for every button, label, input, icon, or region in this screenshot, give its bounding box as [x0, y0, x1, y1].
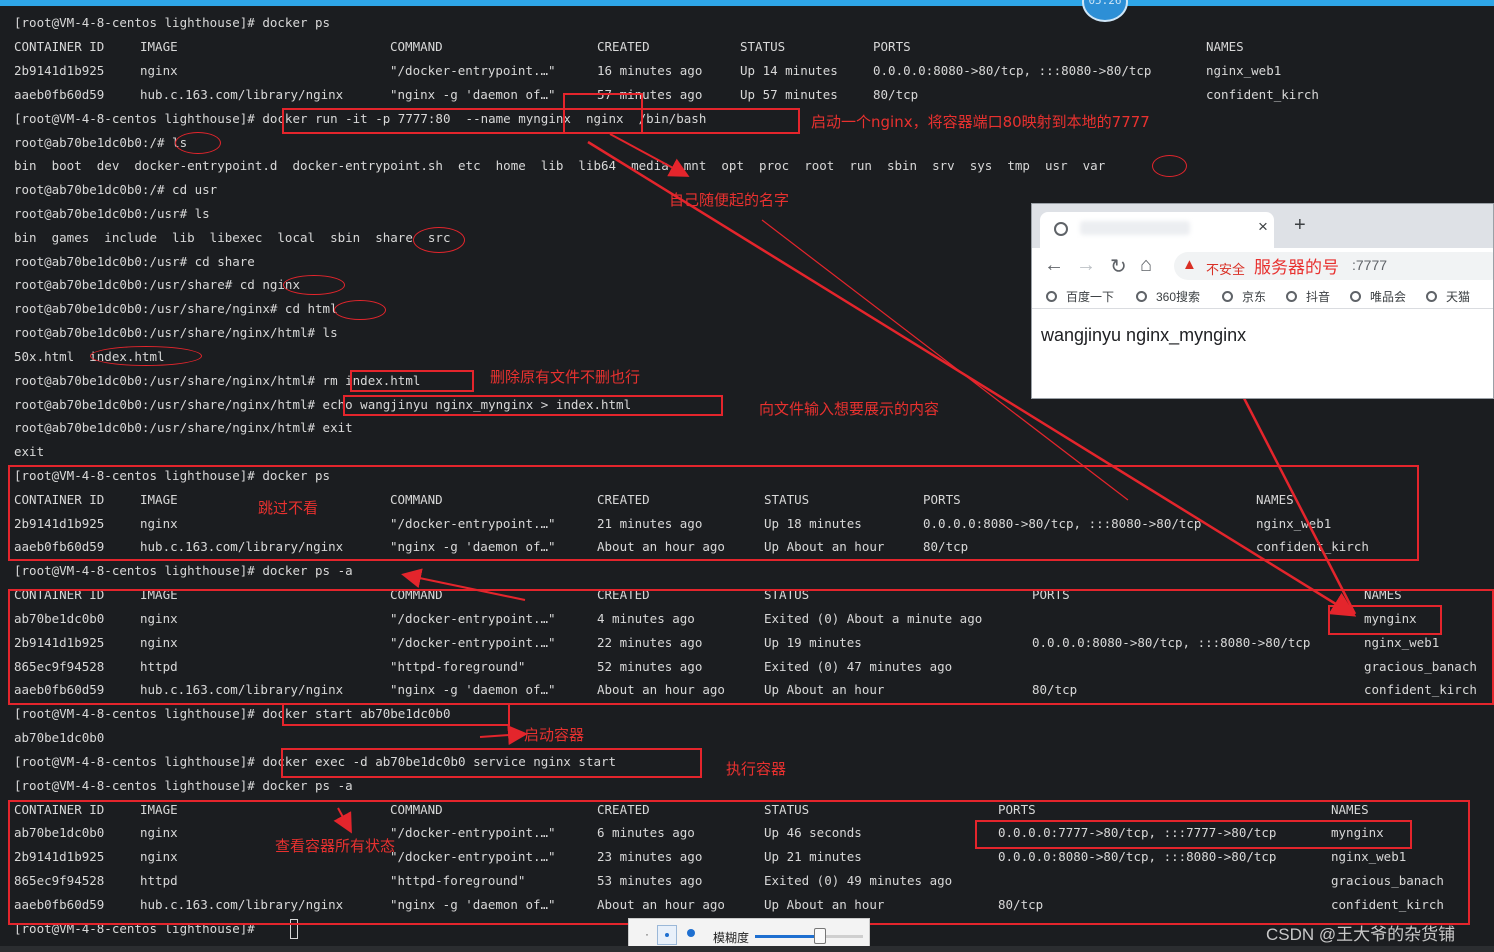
arrow-ps-a: [401, 568, 526, 601]
globe-icon: [1136, 291, 1147, 302]
globe-icon: [1426, 291, 1437, 302]
bookmark-item[interactable]: 天猫: [1426, 288, 1470, 305]
insecure-label: 不安全: [1206, 262, 1246, 277]
bottom-strip: [0, 946, 1494, 952]
home-icon[interactable]: ⌂: [1140, 254, 1152, 277]
browser-window[interactable]: × + ← → ↻ ⌂ ▲ 不安全 服务器的号 :7777 百度一下 360搜索…: [1031, 203, 1494, 399]
address-bar[interactable]: ▲ 不安全 服务器的号 :7777: [1174, 252, 1493, 280]
browser-tabstrip: × +: [1032, 204, 1493, 248]
globe-icon: [1046, 291, 1057, 302]
globe-icon: [1054, 222, 1068, 236]
back-icon[interactable]: ←: [1044, 254, 1064, 277]
dot-large-icon[interactable]: [687, 929, 695, 937]
browser-tab[interactable]: ×: [1040, 212, 1274, 248]
bookmark-item[interactable]: 抖音: [1286, 288, 1330, 305]
arrow-start: [479, 725, 528, 746]
blur-slider-fill: [755, 935, 820, 938]
url-annotation: 服务器的号: [1254, 258, 1339, 277]
bookmarks-bar: 百度一下 360搜索 京东 抖音 唯品会 天猫: [1032, 284, 1493, 309]
selected-tool-icon[interactable]: [657, 925, 677, 945]
warning-icon: ▲: [1182, 256, 1197, 273]
url-port: :7777: [1352, 257, 1388, 273]
new-tab-button[interactable]: +: [1294, 214, 1306, 237]
bookmark-item[interactable]: 360搜索: [1136, 288, 1200, 305]
tab-title-blurred: [1080, 221, 1190, 235]
arrow-name: [609, 133, 690, 177]
dot-icon[interactable]: ·: [645, 927, 649, 941]
browser-toolbar: ← → ↻ ⌂ ▲ 不安全 服务器的号 :7777: [1032, 248, 1493, 284]
watermark: CSDN @王大爷的杂货铺: [1266, 925, 1456, 944]
page-content: wangjinyu nginx_mynginx: [1041, 325, 1247, 345]
bookmark-item[interactable]: 唯品会: [1350, 288, 1406, 305]
reload-icon[interactable]: ↻: [1110, 254, 1127, 279]
blur-slider-thumb[interactable]: [814, 928, 826, 944]
globe-icon: [1350, 291, 1361, 302]
globe-icon: [1222, 291, 1233, 302]
annotation-arrows: [333, 133, 1357, 834]
forward-icon[interactable]: →: [1076, 254, 1096, 277]
bookmark-item[interactable]: 京东: [1222, 288, 1266, 305]
arrow-status: [333, 807, 352, 834]
close-tab-icon[interactable]: ×: [1258, 217, 1268, 237]
globe-icon: [1286, 291, 1297, 302]
bookmark-item[interactable]: 百度一下: [1046, 288, 1114, 305]
blur-label: 模糊度: [713, 931, 750, 945]
